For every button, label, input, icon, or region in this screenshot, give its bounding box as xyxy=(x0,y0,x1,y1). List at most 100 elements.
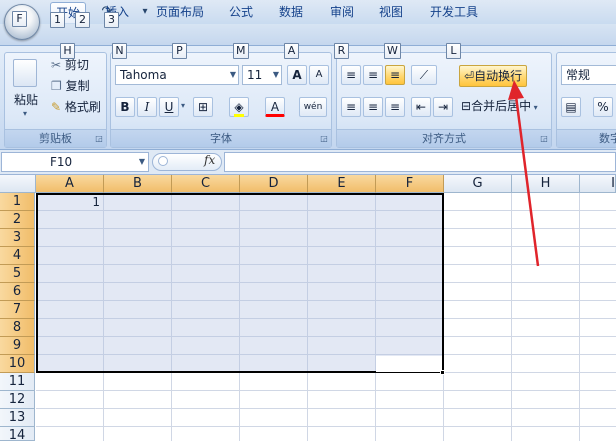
merge-center-button[interactable]: ⊟合并后居中 ▾ xyxy=(461,97,538,117)
wrap-text-button[interactable]: ⏎自动换行 xyxy=(459,65,528,87)
alignment-launcher-icon[interactable]: ◲ xyxy=(539,134,549,144)
row-header-7[interactable]: 7 xyxy=(0,301,35,319)
align-middle-button[interactable]: ≡ xyxy=(363,65,383,85)
title-bar xyxy=(0,0,616,24)
decrease-indent-button[interactable]: ⇤ xyxy=(411,97,431,117)
active-cell-F10[interactable] xyxy=(376,356,442,372)
cell-A1[interactable]: 1 xyxy=(38,194,100,210)
row-header-13[interactable]: 13 xyxy=(0,409,35,427)
keytip-insert: N xyxy=(112,43,127,59)
paste-dropdown-icon[interactable]: ▾ xyxy=(23,109,27,118)
row-header-14[interactable]: 14 xyxy=(0,427,35,443)
ribbon-tab-bar xyxy=(0,24,616,46)
borders-button[interactable]: ⊞ xyxy=(193,97,213,117)
gridline xyxy=(511,193,512,441)
row-header-9[interactable]: 9 xyxy=(0,337,35,355)
row-header-10[interactable]: 10 xyxy=(0,355,35,373)
align-right-button[interactable]: ≡ xyxy=(385,97,405,117)
column-header-E[interactable]: E xyxy=(308,175,376,193)
scissors-icon: ✂ xyxy=(51,58,62,72)
grow-font-button[interactable]: A xyxy=(287,65,307,85)
copy-label: 复制 xyxy=(65,79,90,93)
column-header-D[interactable]: D xyxy=(240,175,308,193)
column-header-H[interactable]: H xyxy=(512,175,580,193)
keytip-qat-1: 1 xyxy=(50,12,65,28)
clipboard-group-label: 剪贴板 xyxy=(5,129,106,147)
font-name-value: Tahoma xyxy=(120,68,167,82)
tab-formulas[interactable]: 公式 xyxy=(224,2,258,22)
keytip-office: F xyxy=(12,11,27,27)
number-format-combo[interactable]: 常规 xyxy=(561,65,616,85)
align-left-button[interactable]: ≡ xyxy=(341,97,361,117)
percent-button[interactable]: % xyxy=(593,97,613,117)
column-header-F[interactable]: F xyxy=(376,175,444,193)
tab-view[interactable]: 视图 xyxy=(374,2,408,22)
format-painter-button[interactable]: ✎ 格式刷 xyxy=(51,98,101,116)
font-name-combo[interactable]: Tahoma ▼ xyxy=(115,65,239,85)
font-color-button[interactable]: A xyxy=(265,97,285,117)
merge-center-label: 合并后居中 xyxy=(471,99,532,113)
font-size-dropdown-icon[interactable]: ▼ xyxy=(273,66,279,84)
gridline xyxy=(36,426,616,427)
italic-button[interactable]: I xyxy=(137,97,157,117)
row-header-8[interactable]: 8 xyxy=(0,319,35,337)
phonetic-button[interactable]: wén xyxy=(299,97,327,117)
row-header-1[interactable]: 1 xyxy=(0,193,35,211)
font-name-dropdown-icon[interactable]: ▼ xyxy=(230,66,236,84)
column-header-G[interactable]: G xyxy=(444,175,512,193)
clipboard-group: 粘贴 ▾ ✂ 剪切 ❐ 复制 ✎ 格式刷 剪贴板 ◲ xyxy=(4,52,107,148)
paintbrush-icon: ✎ xyxy=(51,100,62,114)
increase-indent-button[interactable]: ⇥ xyxy=(433,97,453,117)
name-box[interactable]: F10 ▼ xyxy=(1,152,149,172)
align-center-button[interactable]: ≡ xyxy=(363,97,383,117)
row-header-11[interactable]: 11 xyxy=(0,373,35,391)
cut-label: 剪切 xyxy=(64,58,89,72)
align-top-button[interactable]: ≡ xyxy=(341,65,361,85)
row-header-12[interactable]: 12 xyxy=(0,391,35,409)
tab-data[interactable]: 数据 xyxy=(274,2,308,22)
row-header-2[interactable]: 2 xyxy=(0,211,35,229)
accounting-format-button[interactable]: ▤ xyxy=(561,97,581,117)
bold-button[interactable]: B xyxy=(115,97,135,117)
column-header-C[interactable]: C xyxy=(172,175,240,193)
font-group: Tahoma ▼ 11 ▼ A A B I U ▾ ⊞ ◈ A wén 字体 ◲ xyxy=(110,52,332,148)
align-bottom-button[interactable]: ≡ xyxy=(385,65,405,85)
name-box-dropdown-icon[interactable]: ▼ xyxy=(139,153,145,171)
insert-function-button[interactable]: fx xyxy=(204,153,215,167)
column-header-A[interactable]: A xyxy=(36,175,104,193)
selected-range[interactable] xyxy=(36,193,444,373)
row-header-3[interactable]: 3 xyxy=(0,229,35,247)
tab-review[interactable]: 审阅 xyxy=(325,2,359,22)
column-header-B[interactable]: B xyxy=(104,175,172,193)
row-header-4[interactable]: 4 xyxy=(0,247,35,265)
paste-button[interactable]: 粘贴 xyxy=(14,91,38,109)
copy-button[interactable]: ❐ 复制 xyxy=(51,77,90,95)
merge-dropdown-icon[interactable]: ▾ xyxy=(531,103,538,112)
formula-input[interactable] xyxy=(224,152,616,172)
tab-developer[interactable]: 开发工具 xyxy=(424,2,484,22)
alignment-group-label: 对齐方式 xyxy=(337,129,551,147)
fill-color-button[interactable]: ◈ xyxy=(229,97,249,117)
paste-icon[interactable] xyxy=(13,59,37,87)
column-header-I[interactable]: I xyxy=(580,175,616,193)
font-size-combo[interactable]: 11 ▼ xyxy=(242,65,282,85)
underline-dropdown-icon[interactable]: ▾ xyxy=(181,101,185,110)
gridline xyxy=(36,390,616,391)
row-header-6[interactable]: 6 xyxy=(0,283,35,301)
fill-bucket-icon: ◈ xyxy=(234,100,244,117)
underline-button[interactable]: U xyxy=(159,97,179,117)
keytip-data: A xyxy=(284,43,299,59)
expand-circle-icon[interactable] xyxy=(158,156,168,166)
row-header-5[interactable]: 5 xyxy=(0,265,35,283)
tab-page-layout[interactable]: 页面布局 xyxy=(150,2,210,22)
keytip-review: R xyxy=(334,43,349,59)
shrink-font-button[interactable]: A xyxy=(309,65,329,85)
orientation-button[interactable]: ⟋ xyxy=(411,65,437,85)
format-painter-label: 格式刷 xyxy=(64,100,101,114)
alignment-group: ≡ ≡ ≡ ⟋ ≡ ≡ ≡ ⇤ ⇥ ⏎自动换行 ⊟合并后居中 ▾ 对齐方式 ◲ xyxy=(336,52,552,148)
worksheet-grid[interactable]: A B C D E F G H I 1 2 3 4 5 6 7 8 9 10 1… xyxy=(0,175,616,443)
clipboard-launcher-icon[interactable]: ◲ xyxy=(94,134,104,144)
font-launcher-icon[interactable]: ◲ xyxy=(319,134,329,144)
select-all-corner[interactable] xyxy=(0,175,36,193)
fill-handle[interactable] xyxy=(440,370,445,375)
